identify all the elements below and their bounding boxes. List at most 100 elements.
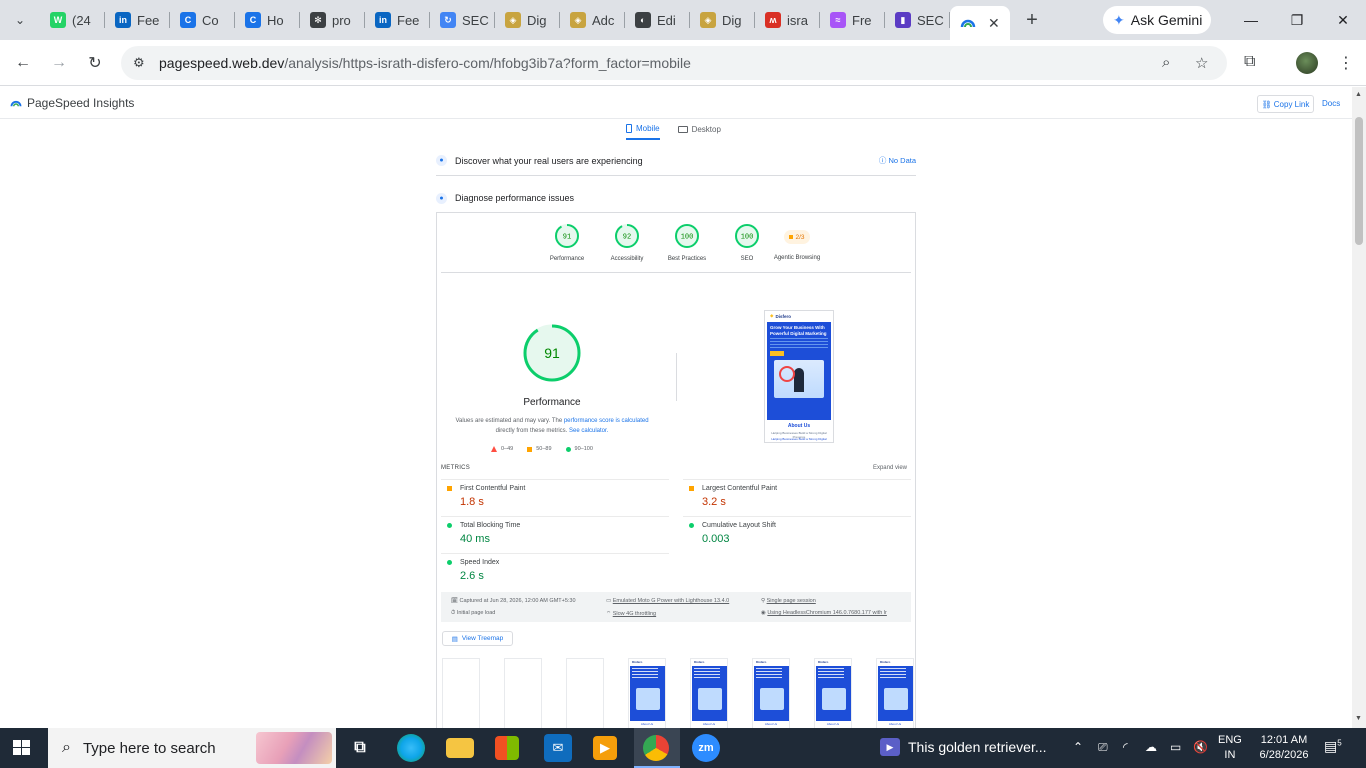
close-window-button[interactable]: ✕ bbox=[1320, 0, 1366, 40]
throttling[interactable]: ⌔ Slow 4G throttling bbox=[606, 610, 656, 617]
session-type[interactable]: ⚲ Single page session bbox=[761, 598, 816, 604]
chrome-icon[interactable] bbox=[643, 735, 669, 761]
browser-tab[interactable]: ◈ Dig bbox=[495, 0, 560, 40]
expand-view-toggle[interactable]: Expand view bbox=[873, 465, 907, 471]
psi-logo-link[interactable]: PageSpeed Insights bbox=[10, 96, 134, 110]
screenshot-sub2: Helping Businesses Build a Strong Digita… bbox=[771, 437, 827, 441]
taskbar-search[interactable]: ⌕ Type here to search bbox=[48, 728, 336, 768]
no-data-info[interactable]: ⓘ No Data bbox=[879, 155, 916, 166]
site-info-icon[interactable]: ⚙ bbox=[133, 55, 151, 71]
url-path: /analysis/https-israth-disfero-com/hfobg… bbox=[284, 55, 691, 71]
browser-tab[interactable]: ◐ Edi bbox=[625, 0, 690, 40]
chevron-down-icon: ⌄ bbox=[14, 13, 26, 27]
url-text: pagespeed.web.dev/analysis/https-israth-… bbox=[159, 55, 691, 71]
browser-tab[interactable]: ʍ isra bbox=[755, 0, 820, 40]
new-tab-button[interactable]: + bbox=[1014, 9, 1050, 32]
filmstrip-frame[interactable]: Disfero About Us bbox=[628, 658, 666, 733]
scroll-up-icon[interactable]: ▲ bbox=[1355, 91, 1362, 98]
arrow-right-icon: → bbox=[51, 54, 67, 71]
address-bar[interactable]: ⚙ pagespeed.web.dev/analysis/https-israt… bbox=[121, 46, 1227, 80]
browser-tab[interactable]: ↻ SEC bbox=[430, 0, 495, 40]
browser-tab[interactable]: in Fee bbox=[365, 0, 430, 40]
tab-title: SEC bbox=[917, 12, 944, 28]
edge-icon[interactable] bbox=[397, 734, 425, 762]
back-button[interactable]: ← bbox=[8, 48, 38, 78]
extensions-puzzle-icon[interactable]: ⧉ bbox=[1244, 53, 1255, 71]
zoom-app-icon[interactable]: zm bbox=[692, 734, 720, 762]
browser-tab[interactable]: C Ho bbox=[235, 0, 300, 40]
filmstrip-frame[interactable] bbox=[442, 658, 480, 733]
zoom-icon[interactable]: ⌕ bbox=[1162, 54, 1170, 71]
bookmark-star-icon[interactable]: ☆ bbox=[1195, 54, 1208, 72]
scroll-down-icon[interactable]: ▼ bbox=[1355, 715, 1362, 722]
meet-now-icon[interactable]: ⎚ bbox=[1098, 740, 1108, 755]
filmstrip-frame[interactable]: Disfero About Us bbox=[690, 658, 728, 733]
start-button[interactable] bbox=[13, 740, 31, 756]
filmstrip-frame[interactable] bbox=[566, 658, 604, 733]
plus-icon: + bbox=[1026, 8, 1038, 31]
filmstrip-frame[interactable]: Disfero About Us bbox=[752, 658, 790, 733]
see-calculator-link[interactable]: See calculator. bbox=[569, 428, 608, 434]
final-screenshot[interactable]: ◆ Disfero Grow Your Business With Powerfu… bbox=[764, 310, 834, 443]
profile-avatar[interactable] bbox=[1296, 52, 1318, 74]
browser-tab[interactable]: C Co bbox=[170, 0, 235, 40]
metric-total-blocking-time: Total Blocking Time 40 ms bbox=[441, 516, 669, 553]
volume-muted-icon[interactable]: 🔇 bbox=[1193, 740, 1208, 754]
browser-tab[interactable]: ◈ Adc bbox=[560, 0, 625, 40]
tab-title: Ho bbox=[267, 12, 284, 28]
taskbar-clock[interactable]: 12:01 AM 6/28/2026 bbox=[1256, 733, 1312, 763]
copy-link-button[interactable]: ⛓ Copy Link bbox=[1257, 95, 1314, 113]
battery-icon[interactable]: ▭ bbox=[1170, 740, 1181, 754]
tab-search-button[interactable]: ⌄ bbox=[0, 0, 40, 40]
file-explorer-icon[interactable] bbox=[446, 738, 474, 758]
browser-version[interactable]: ◉ Using HeadlessChromium 146.0.7680.177 … bbox=[761, 610, 887, 616]
gauge-best-practices[interactable]: 100 Best Practices bbox=[657, 223, 717, 262]
gauge-seo[interactable]: 100 SEO bbox=[717, 223, 777, 262]
onedrive-cloud-icon[interactable]: ☁ bbox=[1145, 740, 1157, 754]
browser-tab[interactable]: W (24 bbox=[40, 0, 105, 40]
tab-desktop[interactable]: Desktop bbox=[677, 124, 721, 140]
ask-gemini-button[interactable]: ✦ Ask Gemini bbox=[1103, 6, 1211, 34]
browser-tab[interactable]: ≈ Fre bbox=[820, 0, 885, 40]
close-tab-icon[interactable]: ✕ bbox=[988, 15, 1000, 32]
docs-link[interactable]: Docs bbox=[1322, 99, 1340, 108]
more-menu-icon[interactable]: ⋮ bbox=[1338, 53, 1354, 73]
microsoft-store-icon[interactable] bbox=[495, 736, 519, 760]
forward-button[interactable]: → bbox=[44, 48, 74, 78]
gauge-label: SEO bbox=[740, 256, 754, 262]
reload-button[interactable]: ↻ bbox=[80, 48, 110, 78]
browser-tab[interactable]: ✻ pro bbox=[300, 0, 365, 40]
filmstrip-frame[interactable]: Disfero About Us bbox=[876, 658, 914, 733]
notification-center-button[interactable]: ▤5 bbox=[1324, 738, 1342, 755]
gauge-performance[interactable]: 91 Performance bbox=[537, 223, 597, 262]
tab-pagespeed-active[interactable]: ✕ bbox=[950, 6, 1010, 40]
filmstrip-frame[interactable]: Disfero About Us bbox=[814, 658, 852, 733]
score-calculated-link[interactable]: performance score is calculated bbox=[564, 418, 649, 424]
vertical-divider bbox=[676, 353, 677, 401]
page-scrollbar[interactable]: ▲ ▼ bbox=[1352, 87, 1366, 728]
view-treemap-button[interactable]: ▤ View Treemap bbox=[442, 631, 513, 646]
tab-mobile[interactable]: Mobile bbox=[626, 124, 660, 140]
shield-icon: ◈ bbox=[700, 12, 716, 28]
browser-tab[interactable]: in Fee bbox=[105, 0, 170, 40]
browser-tab[interactable]: ▮ SEC bbox=[885, 0, 950, 40]
emulated-device[interactable]: ▭ Emulated Moto G Power with Lighthouse … bbox=[606, 598, 729, 604]
score-value: 91 bbox=[563, 234, 571, 242]
language-indicator[interactable]: ENG IN bbox=[1218, 733, 1242, 763]
tray-chevron-icon[interactable]: ⌃ bbox=[1073, 740, 1083, 754]
psi-brand-text: PageSpeed Insights bbox=[27, 96, 135, 110]
browser-tab[interactable]: ◈ Dig bbox=[690, 0, 755, 40]
performance-score-value: 91 bbox=[544, 345, 560, 361]
media-player-icon[interactable]: ▶ bbox=[593, 736, 617, 760]
minimize-button[interactable]: — bbox=[1228, 0, 1274, 40]
scrollbar-thumb[interactable] bbox=[1355, 117, 1363, 245]
filmstrip-frame[interactable] bbox=[504, 658, 542, 733]
news-widget[interactable]: ▶ This golden retriever... bbox=[880, 738, 1047, 756]
diagnose-icon: ● bbox=[436, 192, 447, 204]
gauge-accessibility[interactable]: 92 Accessibility bbox=[597, 223, 657, 262]
outlook-icon[interactable]: ✉ bbox=[544, 734, 572, 762]
restore-button[interactable]: ❐ bbox=[1274, 0, 1320, 40]
wifi-icon[interactable]: ◜ bbox=[1123, 740, 1128, 754]
metric-name: Speed Index bbox=[460, 559, 500, 566]
task-view-icon[interactable]: ⧉ bbox=[346, 734, 374, 762]
